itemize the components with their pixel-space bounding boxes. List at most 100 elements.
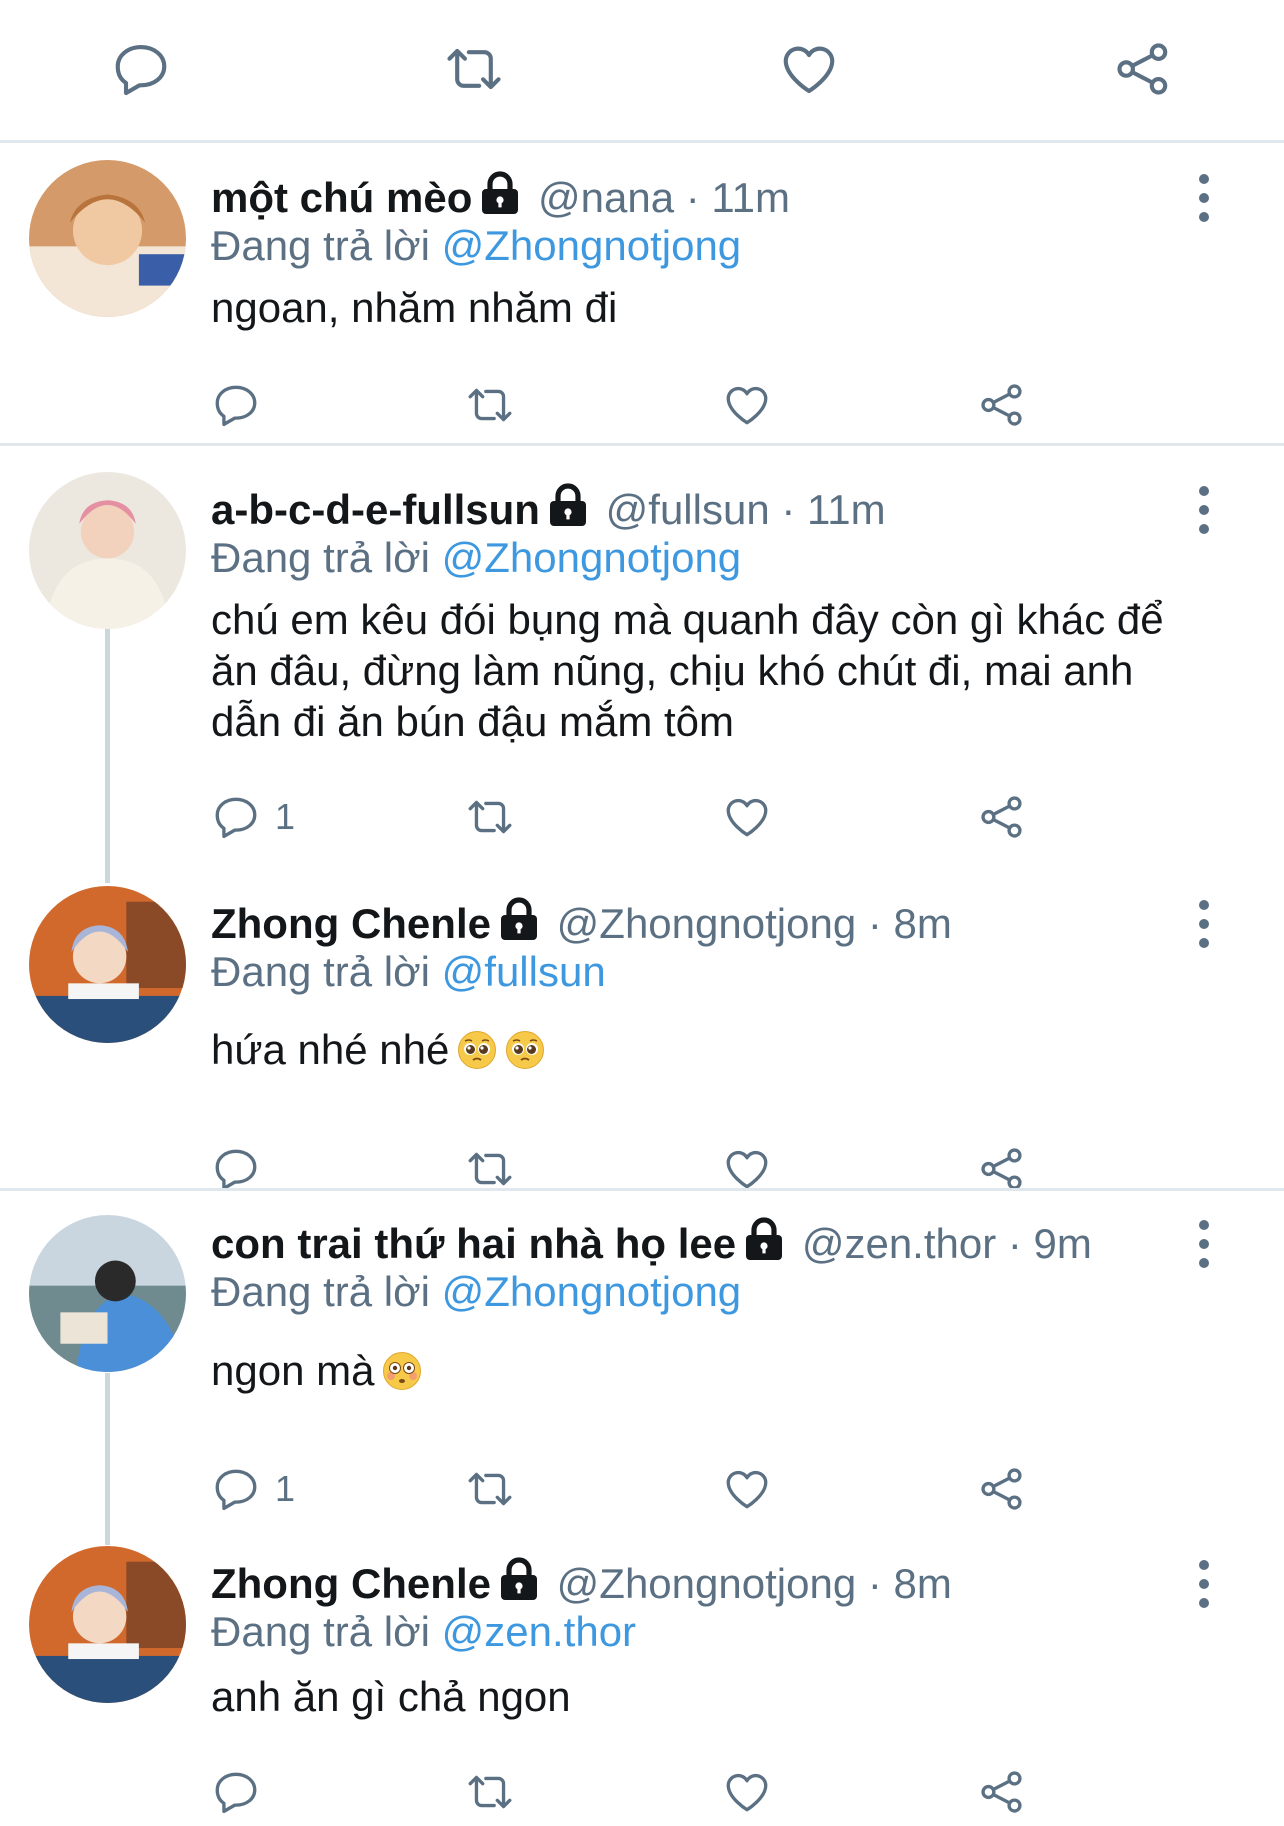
lock-icon [499, 1557, 539, 1601]
retweet-button[interactable] [465, 787, 515, 847]
handle[interactable]: @nana [538, 174, 674, 221]
mention-link[interactable]: @Zhongnotjong [442, 534, 742, 581]
pleading-face-emoji [505, 1030, 545, 1070]
display-name[interactable]: con trai thứ hai nhà họ lee [211, 1220, 736, 1267]
replying-to: Đang trả lời @zen.thor [211, 1606, 636, 1658]
replying-to: Đang trả lời @Zhongnotjong [211, 220, 741, 272]
tweet-header: Zhong Chenle @Zhongnotjong · 8m [211, 1556, 952, 1612]
share-icon [977, 792, 1027, 842]
tweet-actions [0, 375, 1284, 435]
reply-button[interactable]: 1 [211, 1459, 295, 1519]
like-icon [722, 792, 772, 842]
mention-link[interactable]: @Zhongnotjong [442, 1268, 742, 1315]
share-icon [977, 1767, 1027, 1817]
reply-icon [211, 792, 261, 842]
retweet-icon [465, 1144, 515, 1194]
mention-link[interactable]: @fullsun [442, 948, 606, 995]
share-icon [977, 380, 1027, 430]
tweet-actions: 1 [0, 1459, 1284, 1519]
like-icon [722, 1767, 772, 1817]
pleading-face-emoji [457, 1030, 497, 1070]
tweet-text: ngoan, nhăm nhăm đi [211, 284, 618, 331]
more-options-icon[interactable] [1197, 900, 1211, 948]
retweet-icon [465, 1767, 515, 1817]
reply-button[interactable]: 1 [211, 787, 295, 847]
like-button[interactable] [722, 1762, 772, 1822]
timestamp[interactable]: · 8m [868, 1560, 952, 1607]
tweet-header: Zhong Chenle @Zhongnotjong · 8m [211, 896, 952, 952]
handle[interactable]: @Zhongnotjong [557, 900, 857, 947]
share-icon[interactable] [1112, 38, 1174, 100]
timestamp[interactable]: · 11m [781, 486, 885, 533]
like-icon[interactable] [778, 38, 840, 100]
retweet-button[interactable] [465, 1459, 515, 1519]
retweet-icon [465, 792, 515, 842]
replying-to: Đang trả lời @Zhongnotjong [211, 1266, 741, 1318]
display-name[interactable]: một chú mèo [211, 174, 472, 221]
tweet-text: chú em kêu đói bụng mà quanh đây còn gì … [211, 596, 1164, 745]
like-button[interactable] [722, 787, 772, 847]
mention-link[interactable]: @Zhongnotjong [442, 222, 742, 269]
replying-to: Đang trả lời @fullsun [211, 946, 606, 998]
tweet-text: hứa nhé nhé [211, 1026, 450, 1073]
handle[interactable]: @Zhongnotjong [557, 1560, 857, 1607]
avatar[interactable] [29, 886, 186, 1043]
divider [0, 1188, 1284, 1191]
display-name[interactable]: Zhong Chenle [211, 900, 491, 947]
share-icon [977, 1144, 1027, 1194]
replying-to: Đang trả lời @Zhongnotjong [211, 532, 741, 584]
reply-icon[interactable] [110, 38, 172, 100]
more-options-icon[interactable] [1197, 1220, 1211, 1268]
reply-count: 1 [275, 796, 296, 837]
replying-label: Đang trả lời [211, 1608, 430, 1655]
more-options-icon[interactable] [1197, 1560, 1211, 1608]
timestamp[interactable]: · 8m [868, 900, 952, 947]
tweet-text: ngon mà [211, 1347, 375, 1394]
reply-button[interactable] [211, 375, 275, 435]
like-button[interactable] [722, 1459, 772, 1519]
divider [0, 140, 1284, 143]
tweet-actions [0, 1762, 1284, 1822]
like-icon [722, 1464, 772, 1514]
avatar[interactable] [29, 1546, 186, 1703]
retweet-button[interactable] [465, 375, 515, 435]
handle[interactable]: @zen.thor [802, 1220, 996, 1267]
like-button[interactable] [722, 375, 772, 435]
lock-icon [548, 483, 588, 527]
share-button[interactable] [977, 787, 1027, 847]
more-options-icon[interactable] [1197, 174, 1211, 222]
timestamp[interactable]: · 11m [686, 174, 790, 221]
like-icon [722, 1144, 772, 1194]
retweet-icon[interactable] [443, 38, 505, 100]
reply-button[interactable] [211, 1762, 275, 1822]
timestamp[interactable]: · 9m [1008, 1220, 1092, 1267]
mention-link[interactable]: @zen.thor [442, 1608, 636, 1655]
retweet-icon [465, 1464, 515, 1514]
flushed-face-emoji [382, 1351, 422, 1391]
share-button[interactable] [977, 1762, 1027, 1822]
tweet-body: hứa nhé nhé [211, 1024, 1191, 1075]
replying-label: Đang trả lời [211, 948, 430, 995]
avatar[interactable] [29, 1215, 186, 1372]
handle[interactable]: @fullsun [606, 486, 770, 533]
reply-icon [211, 1144, 261, 1194]
share-button[interactable] [977, 1459, 1027, 1519]
display-name[interactable]: Zhong Chenle [211, 1560, 491, 1607]
tweet-text: anh ăn gì chả ngon [211, 1673, 571, 1720]
replying-label: Đang trả lời [211, 1268, 430, 1315]
replying-label: Đang trả lời [211, 222, 430, 269]
display-name[interactable]: a-b-c-d-e-fullsun [211, 486, 540, 533]
tweet-body: ngon mà [211, 1345, 1191, 1396]
reply-icon [211, 380, 261, 430]
share-icon [977, 1464, 1027, 1514]
more-options-icon[interactable] [1197, 486, 1211, 534]
retweet-button[interactable] [465, 1762, 515, 1822]
tweet-header: con trai thứ hai nhà họ lee @zen.thor · … [211, 1216, 1092, 1272]
share-button[interactable] [977, 375, 1027, 435]
retweet-icon [465, 380, 515, 430]
tweet-header: a-b-c-d-e-fullsun @fullsun · 11m [211, 482, 886, 538]
tweet-actions: 1 [0, 787, 1284, 847]
avatar[interactable] [29, 472, 186, 629]
reply-count: 1 [275, 1468, 296, 1509]
avatar[interactable] [29, 160, 186, 317]
